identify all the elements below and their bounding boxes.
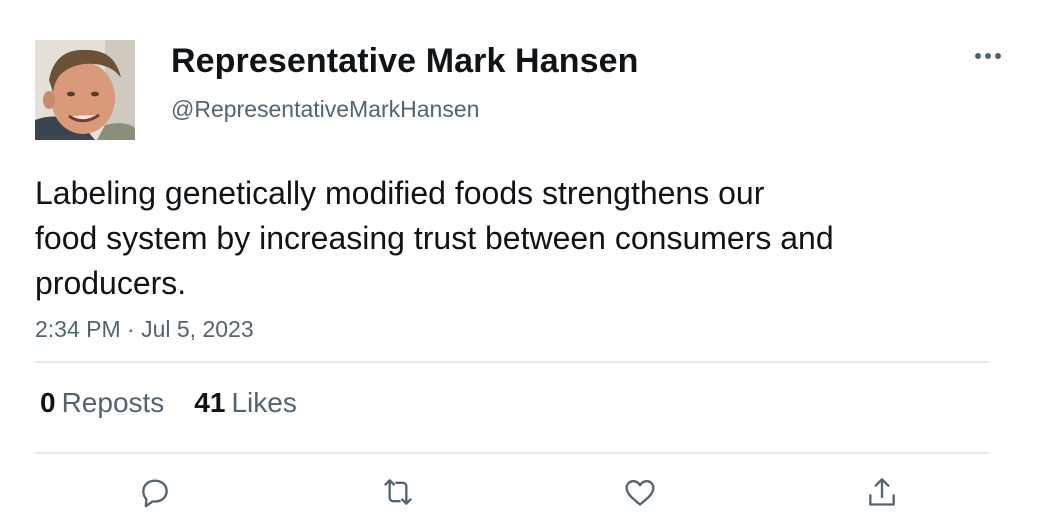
divider xyxy=(35,361,989,363)
tweet-timestamp[interactable]: 2:34 PM · Jul 5, 2023 xyxy=(35,316,254,343)
profile-photo-icon xyxy=(35,40,135,140)
action-bar xyxy=(0,470,1050,520)
heart-icon xyxy=(625,480,655,506)
author-handle[interactable]: @RepresentativeMarkHansen xyxy=(171,96,479,123)
share-button[interactable] xyxy=(860,470,904,514)
engagement-stats: 0 Reposts 41 Likes xyxy=(40,387,297,419)
likes-count: 41 xyxy=(194,387,226,418)
avatar[interactable] xyxy=(35,40,135,140)
tweet-text-line: producers. xyxy=(35,265,187,301)
likes-label: Likes xyxy=(231,387,297,418)
share-icon xyxy=(869,478,895,506)
likes-stat[interactable]: 41 Likes xyxy=(194,387,297,419)
repost-icon xyxy=(384,479,412,505)
more-options-button[interactable] xyxy=(968,42,1008,70)
reply-button[interactable] xyxy=(133,470,177,514)
divider xyxy=(35,452,989,454)
reply-icon xyxy=(142,479,168,508)
reposts-stat[interactable]: 0 Reposts xyxy=(40,387,164,419)
like-button[interactable] xyxy=(618,470,662,514)
tweet-text: Labeling genetically modified foods stre… xyxy=(35,171,995,306)
author-display-name[interactable]: Representative Mark Hansen xyxy=(171,42,638,81)
repost-button[interactable] xyxy=(376,470,420,514)
reposts-count: 0 xyxy=(40,387,56,418)
tweet-text-line: food system by increasing trust between … xyxy=(35,220,834,256)
tweet-card: Representative Mark Hansen @Representati… xyxy=(0,0,1050,525)
more-horizontal-icon xyxy=(975,53,1001,59)
tweet-text-line: Labeling genetically modified foods stre… xyxy=(35,175,765,211)
reposts-label: Reposts xyxy=(61,387,165,418)
